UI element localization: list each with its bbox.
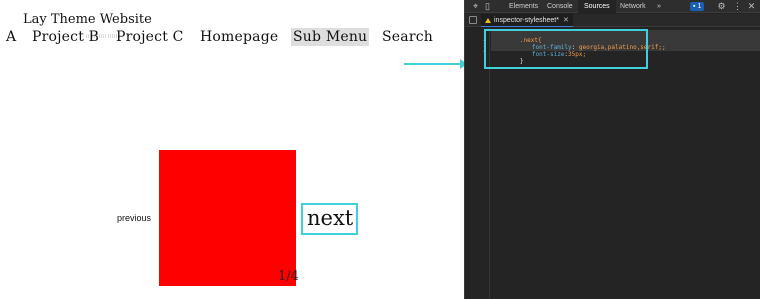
code-editor[interactable]: 1 2 3 4 .next{ font-family: georgia,pala… [465, 28, 760, 299]
file-tab-inspector-stylesheet[interactable]: inspector-stylesheet* ✕ [481, 14, 573, 27]
issues-badge[interactable]: ▪ 1 [690, 2, 705, 11]
next-link[interactable]: next [307, 205, 353, 231]
code-line-4[interactable]: } [491, 51, 524, 72]
tab-console[interactable]: Console [541, 0, 579, 13]
previous-link[interactable]: previous [117, 213, 151, 223]
annotation-arrow-line [404, 63, 466, 65]
sources-subbar: inspector-stylesheet* ✕ [465, 14, 760, 27]
css-closing-brace: } [519, 58, 524, 65]
more-tabs-icon[interactable]: » [651, 0, 667, 13]
nav-item-search[interactable]: Search [382, 28, 433, 46]
line-number: 4 [482, 49, 486, 55]
file-tab-label: inspector-stylesheet* [494, 17, 559, 24]
css-value: 35px; [568, 51, 587, 58]
screenshot: Lay Theme Website A Project B Project C … [0, 0, 760, 299]
inspect-element-icon[interactable]: ⌖ [471, 2, 480, 11]
close-tab-icon[interactable]: ✕ [563, 17, 569, 24]
overlapping-nav-artifact [86, 34, 118, 38]
device-toolbar-icon[interactable]: ▯ [483, 2, 492, 11]
kebab-menu-icon[interactable]: ⋮ [733, 2, 742, 11]
slide-counter: 1/4 [278, 269, 299, 284]
devtools-toolbar: ⌖ ▯ Elements Console Sources Network » ▪… [465, 0, 760, 13]
warning-icon [485, 17, 491, 23]
issues-count: 1 [697, 3, 702, 10]
tab-network[interactable]: Network [614, 0, 652, 13]
devtools-panel: ⌖ ▯ Elements Console Sources Network » ▪… [464, 0, 760, 299]
css-property: font-size [531, 51, 565, 58]
nav-item-sub-menu[interactable]: Sub Menu [291, 28, 370, 46]
css-value: georgia,palatino,serif;; [578, 44, 666, 51]
website-preview: Lay Theme Website A Project B Project C … [0, 0, 464, 299]
tab-sources[interactable]: Sources [578, 0, 616, 13]
line-number-gutter: 1 2 3 4 [465, 28, 490, 299]
message-icon: ▪ [693, 3, 696, 10]
tab-elements[interactable]: Elements [503, 0, 544, 13]
site-title[interactable]: Lay Theme Website [23, 12, 152, 27]
nav-item-project-c[interactable]: Project C [116, 28, 184, 46]
nav-item-homepage[interactable]: Homepage [200, 28, 278, 46]
gear-icon[interactable]: ⚙ [717, 2, 726, 11]
navigator-toggle-icon[interactable] [469, 16, 477, 24]
nav-item-a[interactable]: A [6, 28, 16, 46]
slider-image [159, 150, 296, 286]
main-nav: A Project B Project C Homepage Sub Menu … [0, 28, 464, 46]
close-icon[interactable]: ✕ [747, 2, 756, 11]
